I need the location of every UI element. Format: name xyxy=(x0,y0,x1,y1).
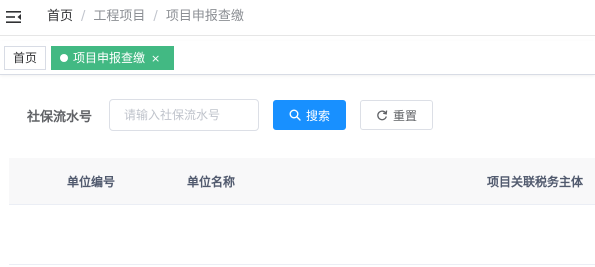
search-button[interactable]: 搜索 xyxy=(273,100,346,130)
active-dot-icon xyxy=(60,53,68,62)
breadcrumb-home[interactable]: 首页 xyxy=(47,9,73,25)
social-security-serial-input[interactable] xyxy=(109,99,259,131)
reset-button-label: 重置 xyxy=(392,108,417,123)
tags-view-bar: 首页 项目申报查缴 × xyxy=(0,41,595,75)
close-icon[interactable]: × xyxy=(151,48,160,70)
table-bottom-border xyxy=(9,264,595,265)
search-button-label: 搜索 xyxy=(305,108,330,123)
tag-home[interactable]: 首页 xyxy=(4,46,46,70)
hamburger-fold-icon[interactable] xyxy=(6,9,22,25)
navbar: 首页 / 工程项目 / 项目申报查缴 xyxy=(0,0,595,36)
breadcrumb-current-page: 项目申报查缴 xyxy=(165,9,244,24)
breadcrumb-engineering-projects: 工程项目 xyxy=(93,9,146,24)
column-header-unit-code[interactable]: 单位编号 xyxy=(67,173,115,190)
column-header-tax-entity[interactable]: 项目关联税务主体 xyxy=(487,173,583,190)
reset-button[interactable]: 重置 xyxy=(360,100,433,130)
column-header-unit-name[interactable]: 单位名称 xyxy=(187,173,235,190)
social-security-serial-label: 社保流水号 xyxy=(27,110,93,125)
tag-project-declaration-label: 项目申报查缴 xyxy=(73,51,146,65)
data-table: 单位编号 单位名称 项目关联税务主体 xyxy=(9,158,595,267)
tag-project-declaration[interactable]: 项目申报查缴 × xyxy=(51,46,174,70)
search-form: 社保流水号 搜索 重置 xyxy=(0,99,595,131)
refresh-icon xyxy=(377,110,388,121)
table-header: 单位编号 单位名称 项目关联税务主体 xyxy=(9,158,595,205)
search-icon xyxy=(289,109,301,121)
breadcrumb: 首页 / 工程项目 / 项目申报查缴 xyxy=(47,9,244,25)
breadcrumb-separator: / xyxy=(81,9,86,24)
breadcrumb-separator: / xyxy=(153,9,158,24)
